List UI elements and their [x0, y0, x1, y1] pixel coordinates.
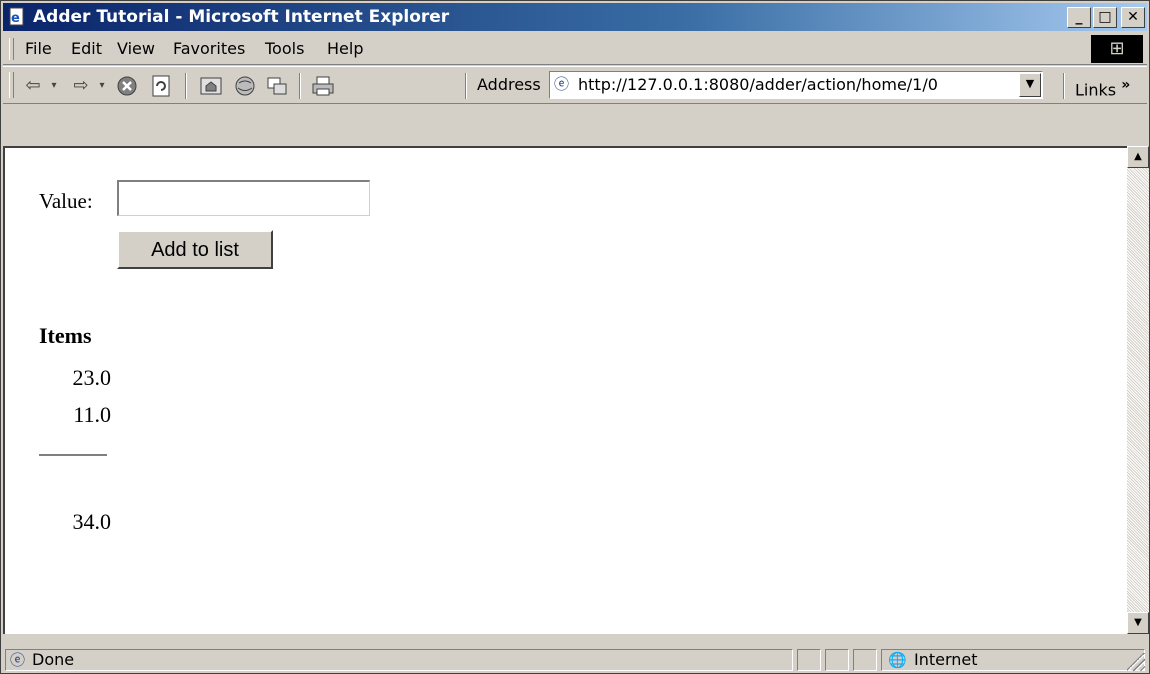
windows-logo-icon: ⊞ [1091, 35, 1143, 63]
search-icon[interactable] [233, 74, 257, 98]
address-label: Address [477, 75, 541, 94]
links-label: Links [1075, 80, 1117, 100]
address-dropdown-button[interactable]: ▼ [1019, 73, 1041, 97]
status-panel [853, 649, 877, 671]
browser-window: e Adder Tutorial - Microsoft Internet Ex… [0, 0, 1150, 674]
status-bar: ⓔ Done 🌐 Internet [3, 647, 1147, 673]
svg-text:e: e [11, 11, 20, 26]
links-button[interactable]: Links » [1075, 75, 1130, 100]
value-input[interactable] [117, 180, 370, 216]
page-content [3, 146, 1127, 634]
home-icon[interactable] [199, 74, 223, 98]
status-main-panel: ⓔ Done [5, 649, 793, 671]
print-icon[interactable] [311, 74, 335, 98]
forward-arrow-icon[interactable]: ⇨ [69, 74, 93, 98]
menu-grip [9, 38, 14, 60]
menu-bar: File Edit View Favorites Tools Help ⊞ [3, 34, 1147, 65]
toolbar: ⇦ ▾ ⇨ ▾ Address ⓔ http://127.0.0.1:8080/… [3, 66, 1147, 104]
scroll-up-button[interactable]: ▲ [1127, 146, 1149, 168]
items-heading: Items [39, 323, 92, 348]
status-zone-panel: 🌐 Internet [881, 649, 1145, 671]
add-to-list-button[interactable]: Add to list [117, 230, 273, 269]
back-dropdown-icon[interactable]: ▾ [47, 74, 61, 98]
menu-view[interactable]: View [117, 39, 155, 59]
title-bar: e Adder Tutorial - Microsoft Internet Ex… [3, 3, 1147, 31]
total-divider [39, 454, 107, 456]
status-panel [797, 649, 821, 671]
ie-page-icon: e [9, 7, 24, 26]
menu-favorites[interactable]: Favorites [173, 39, 245, 59]
toolbar-separator [185, 73, 187, 99]
scroll-down-button[interactable]: ▼ [1127, 612, 1149, 634]
toolbar-separator [1063, 73, 1065, 99]
menu-tools[interactable]: Tools [265, 39, 304, 59]
toolbar-grip [9, 72, 14, 98]
vertical-scrollbar[interactable]: ▲ ▼ [1127, 146, 1149, 634]
items-total: 34.0 [72, 509, 112, 534]
close-button[interactable]: ✕ [1121, 7, 1145, 28]
toolbar-separator [465, 73, 467, 99]
menu-edit[interactable]: Edit [71, 39, 102, 59]
resize-grip[interactable] [1127, 653, 1145, 671]
status-zone: Internet [914, 650, 978, 669]
status-text: Done [32, 650, 75, 669]
address-bar[interactable]: ⓔ http://127.0.0.1:8080/adder/action/hom… [549, 71, 1043, 99]
links-chevron-icon: » [1121, 77, 1131, 93]
back-arrow-icon[interactable]: ⇦ [21, 74, 45, 98]
maximize-button[interactable]: □ [1093, 7, 1117, 28]
ie-page-icon: ⓔ [10, 651, 26, 669]
menu-help[interactable]: Help [327, 39, 363, 59]
stop-icon[interactable] [115, 74, 139, 98]
window-title: Adder Tutorial - Microsoft Internet Expl… [33, 7, 450, 27]
list-item: 23.0 [72, 365, 112, 390]
minimize-button[interactable]: _ [1067, 7, 1091, 28]
ie-page-icon: ⓔ [554, 75, 570, 93]
list-item: 11.0 [73, 402, 111, 427]
address-url[interactable]: http://127.0.0.1:8080/adder/action/home/… [578, 75, 938, 95]
value-label: Value: [39, 189, 93, 213]
favorites-icon[interactable] [265, 74, 289, 98]
forward-dropdown-icon[interactable]: ▾ [95, 74, 109, 98]
toolbar-separator [299, 73, 301, 99]
menu-file[interactable]: File [25, 39, 52, 59]
refresh-icon[interactable] [149, 74, 173, 98]
globe-icon: 🌐 [888, 651, 907, 669]
status-panel [825, 649, 849, 671]
